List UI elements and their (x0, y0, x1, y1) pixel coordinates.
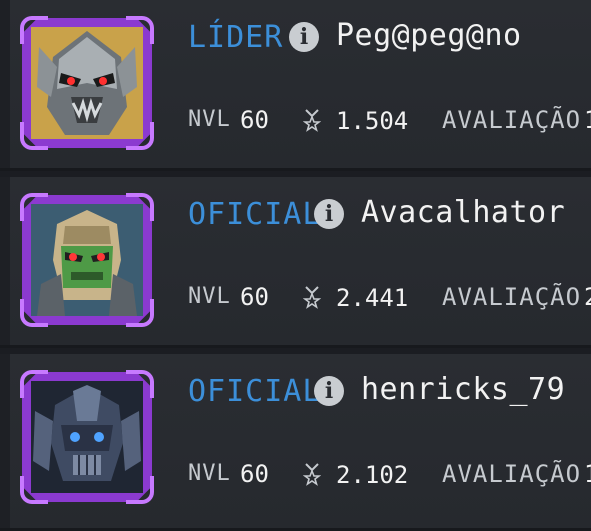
medal-icon (303, 109, 321, 132)
frame-corner (126, 193, 154, 221)
rating-value: 1 (584, 460, 591, 488)
rating-label: AVALIAÇÃO (442, 283, 582, 311)
frame-corner (126, 16, 154, 44)
power-value: 2.102 (336, 461, 409, 489)
power-value: 2.441 (336, 284, 409, 312)
member-row[interactable]: OFICIAL i henricks_79 NVL 60 2.102 AVALI… (0, 354, 591, 531)
frame-corner (20, 299, 48, 327)
member-name: Avacalhator (361, 195, 566, 230)
frame-corner (20, 193, 48, 221)
rating-label: AVALIAÇÃO (442, 106, 582, 134)
medal-icon (303, 463, 321, 486)
level-value: 60 (240, 283, 269, 311)
member-name: Peg@peg@no (336, 18, 522, 53)
member-row[interactable]: OFICIAL i Avacalhator NVL 60 2.441 AVALI… (0, 177, 591, 348)
frame-corner (126, 370, 154, 398)
level-value: 60 (240, 106, 269, 134)
frame-corner (20, 122, 48, 150)
level-label: NVL (188, 284, 231, 309)
avatar[interactable] (20, 370, 154, 504)
power-value: 1.504 (336, 107, 409, 135)
member-role: LÍDER (188, 20, 284, 55)
avatar[interactable] (20, 16, 154, 150)
frame-corner (126, 476, 154, 504)
rating-label: AVALIAÇÃO (442, 460, 582, 488)
member-role: OFICIAL (188, 374, 322, 409)
frame-corner (20, 476, 48, 504)
info-icon[interactable]: i (314, 199, 344, 229)
member-row[interactable]: LÍDER i Peg@peg@no NVL 60 1.504 AVALIAÇÃ… (0, 0, 591, 171)
frame-corner (126, 299, 154, 327)
rating-value: 1 (584, 106, 591, 134)
rating-value: 2 (584, 283, 591, 311)
frame-corner (126, 122, 154, 150)
frame-corner (20, 370, 48, 398)
avatar[interactable] (20, 193, 154, 327)
medal-icon (303, 286, 321, 309)
member-role: OFICIAL (188, 197, 322, 232)
member-name: henricks_79 (361, 372, 566, 407)
level-label: NVL (188, 107, 231, 132)
level-label: NVL (188, 461, 231, 486)
frame-corner (20, 16, 48, 44)
info-icon[interactable]: i (314, 376, 344, 406)
alliance-member-list: LÍDER i Peg@peg@no NVL 60 1.504 AVALIAÇÃ… (0, 0, 591, 531)
level-value: 60 (240, 460, 269, 488)
info-icon[interactable]: i (289, 22, 319, 52)
